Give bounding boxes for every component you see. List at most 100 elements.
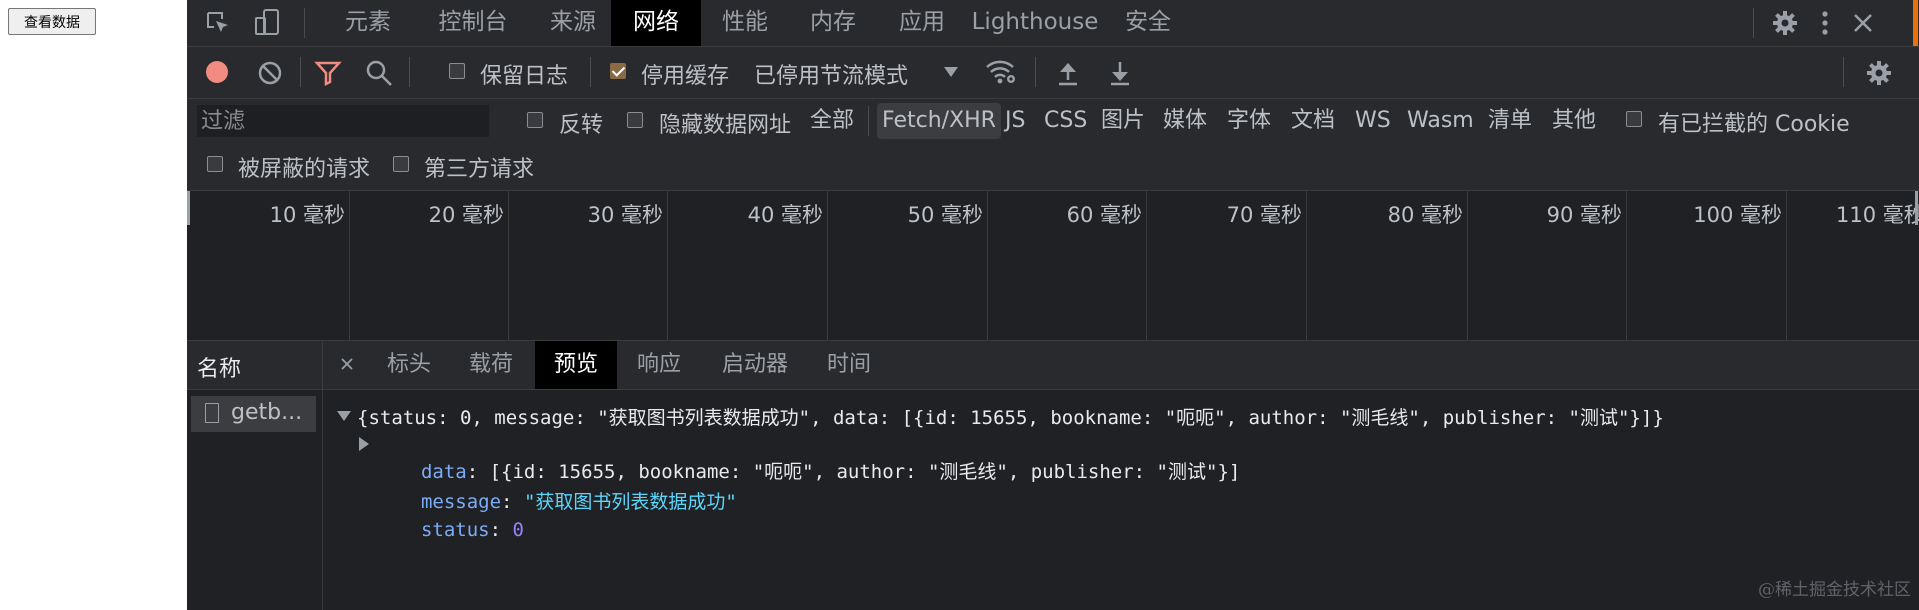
- filter-type-img[interactable]: 图片: [1096, 103, 1150, 139]
- invert-checkbox[interactable]: [527, 112, 543, 128]
- toolbar-separator: [1843, 57, 1844, 87]
- tick-label: 20 毫秒: [428, 203, 504, 227]
- document-icon: [205, 403, 219, 423]
- overview-tick: 80 毫秒: [1306, 191, 1468, 340]
- tab-performance[interactable]: 性能: [701, 0, 789, 46]
- tick-label: 110 毫秒: [1836, 203, 1919, 227]
- overview-tick: 100 毫秒: [1626, 191, 1787, 340]
- record-icon[interactable]: [205, 60, 229, 84]
- request-row[interactable]: getb...: [191, 396, 316, 432]
- filter-type-other[interactable]: 其他: [1547, 103, 1601, 139]
- tab-separator: [304, 8, 305, 38]
- more-options-icon[interactable]: [1815, 7, 1835, 39]
- blocked-cookies-checkbox[interactable]: [1626, 111, 1642, 127]
- tab-elements[interactable]: 元素: [319, 0, 417, 46]
- detail-tab-bar: 标头 载荷 预览 响应 启动器 时间: [323, 341, 1919, 390]
- import-har-icon[interactable]: [1055, 59, 1081, 87]
- tick-label: 90 毫秒: [1546, 203, 1622, 227]
- issue-indicator: [1913, 0, 1918, 46]
- filter-type-ws[interactable]: WS: [1350, 103, 1396, 139]
- preserve-log-checkbox[interactable]: [449, 63, 465, 79]
- toolbar-separator: [590, 57, 591, 87]
- disable-cache-label: 停用缓存: [641, 64, 730, 89]
- tab-timing[interactable]: 时间: [809, 341, 889, 389]
- tick-label: 70 毫秒: [1226, 203, 1302, 227]
- toolbar-separator: [409, 57, 410, 87]
- overview-tick: 30 毫秒: [508, 191, 668, 340]
- filter-type-doc[interactable]: 文档: [1286, 103, 1340, 139]
- view-data-button[interactable]: 查看数据: [8, 8, 96, 35]
- network-overview-timeline[interactable]: 10 毫秒 20 毫秒 30 毫秒 40 毫秒 50 毫秒 60 毫秒 70 毫…: [187, 191, 1919, 341]
- blocked-requests-label: 被屏蔽的请求: [238, 157, 371, 182]
- filter-type-wasm[interactable]: Wasm: [1402, 103, 1479, 139]
- filter-type-font[interactable]: 字体: [1222, 103, 1276, 139]
- overview-tick: 50 毫秒: [827, 191, 988, 340]
- close-detail-icon[interactable]: [337, 353, 357, 375]
- third-party-checkbox[interactable]: [393, 156, 409, 172]
- filter-type-fetch-xhr[interactable]: Fetch/XHR: [877, 103, 1001, 139]
- close-icon[interactable]: [1847, 7, 1879, 39]
- search-icon[interactable]: [365, 59, 393, 87]
- tick-label: 60 毫秒: [1066, 203, 1142, 227]
- filter-type-js[interactable]: JS: [1000, 103, 1030, 139]
- tab-security[interactable]: 安全: [1103, 0, 1193, 46]
- status-value: 0: [512, 519, 524, 541]
- device-toolbar-icon[interactable]: [253, 6, 283, 40]
- tab-application[interactable]: 应用: [877, 0, 967, 46]
- overview-tick: 20 毫秒: [349, 191, 509, 340]
- page-viewport: 查看数据: [0, 0, 187, 610]
- expand-triangle-icon[interactable]: [359, 437, 369, 451]
- throttling-select[interactable]: 已停用节流模式: [754, 58, 908, 90]
- filter-type-css[interactable]: CSS: [1039, 103, 1092, 139]
- export-har-icon[interactable]: [1107, 59, 1133, 87]
- hide-data-urls-label: 隐藏数据网址: [659, 113, 792, 138]
- tick-label: 30 毫秒: [587, 203, 663, 227]
- blocked-cookies-label: 有已拦截的 Cookie: [1658, 112, 1850, 137]
- overview-tick: 60 毫秒: [987, 191, 1147, 340]
- name-header-label: 名称: [197, 357, 242, 382]
- network-conditions-icon[interactable]: [984, 58, 1018, 86]
- third-party-label: 第三方请求: [424, 157, 535, 182]
- tab-preview[interactable]: 预览: [535, 341, 617, 389]
- watermark: @稀土掘金技术社区: [1758, 580, 1911, 600]
- tab-lighthouse[interactable]: Lighthouse: [967, 0, 1103, 46]
- tab-console[interactable]: 控制台: [417, 0, 529, 46]
- blocked-requests-checkbox[interactable]: [207, 156, 223, 172]
- overview-tick: 70 毫秒: [1146, 191, 1307, 340]
- dropdown-arrow-icon[interactable]: [943, 65, 959, 79]
- tab-payload[interactable]: 载荷: [449, 341, 533, 389]
- filter-type-all[interactable]: 全部: [805, 103, 859, 139]
- request-detail-pane: 标头 载荷 预览 响应 启动器 时间 {status: 0, message: …: [323, 341, 1919, 610]
- tab-headers[interactable]: 标头: [369, 341, 449, 389]
- hide-data-urls-checkbox[interactable]: [627, 112, 643, 128]
- inspect-element-icon[interactable]: [203, 8, 233, 38]
- overview-tick: 10 毫秒: [187, 191, 350, 340]
- toolbar-separator: [300, 57, 301, 87]
- overview-tick: 40 毫秒: [667, 191, 828, 340]
- network-settings-gear-icon[interactable]: [1863, 57, 1895, 89]
- preview-root-summary[interactable]: {status: 0, message: "获取图书列表数据成功", data:…: [357, 403, 1664, 430]
- tab-sources[interactable]: 来源: [529, 0, 617, 46]
- settings-gear-icon[interactable]: [1769, 7, 1801, 39]
- request-name: getb...: [231, 400, 303, 425]
- collapse-triangle-icon[interactable]: [337, 411, 351, 421]
- tick-label: 80 毫秒: [1387, 203, 1463, 227]
- filter-type-manifest[interactable]: 清单: [1483, 103, 1537, 139]
- tab-initiator[interactable]: 启动器: [701, 341, 809, 389]
- tick-label: 100 毫秒: [1693, 203, 1782, 227]
- name-column-header[interactable]: 名称: [187, 341, 322, 390]
- filter-icon[interactable]: [313, 59, 343, 87]
- tick-label: 10 毫秒: [269, 203, 345, 227]
- filter-separator: [868, 106, 869, 136]
- tab-memory[interactable]: 内存: [789, 0, 877, 46]
- filter-input[interactable]: [197, 105, 489, 137]
- clear-icon[interactable]: [257, 60, 283, 86]
- tab-network[interactable]: 网络: [611, 0, 701, 46]
- filter-bar-secondary: 被屏蔽的请求 第三方请求: [187, 144, 1919, 191]
- disable-cache-checkbox[interactable]: [610, 63, 626, 79]
- overview-right-handle[interactable]: [1915, 191, 1918, 225]
- devtools-panel: 元素 控制台 来源 网络 性能 内存 应用 Lighthouse 安全 保留日志…: [187, 0, 1919, 610]
- filter-type-media[interactable]: 媒体: [1158, 103, 1212, 139]
- tab-response[interactable]: 响应: [617, 341, 701, 389]
- preserve-log-label: 保留日志: [480, 64, 569, 89]
